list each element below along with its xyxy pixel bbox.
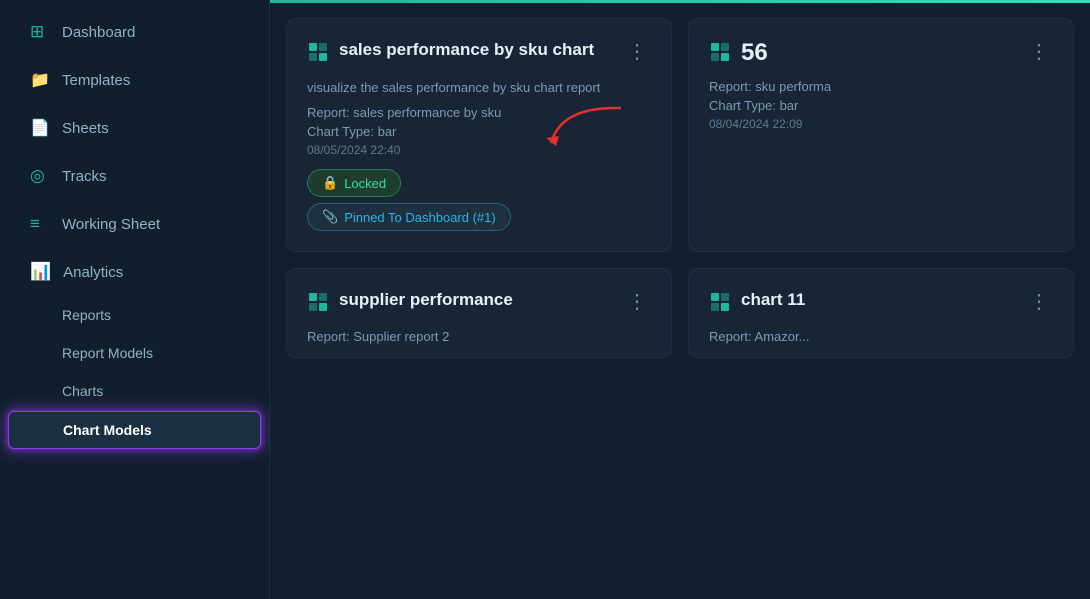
card-cross-icon-4 xyxy=(709,291,731,319)
sidebar-item-label: Dashboard xyxy=(62,24,135,41)
card-header: 56 ⋮ xyxy=(709,39,1053,69)
card-sales-performance: sales performance by sku chart ⋮ visuali… xyxy=(286,18,672,252)
card-header-4: chart 11 ⋮ xyxy=(709,289,1053,319)
card-title-row-3: supplier performance xyxy=(307,289,513,319)
card-header: sales performance by sku chart ⋮ xyxy=(307,39,651,69)
card-menu-button[interactable]: ⋮ xyxy=(623,39,651,64)
card-title-supplier: supplier performance xyxy=(339,289,513,311)
sidebar-sub-label: Reports xyxy=(62,307,111,323)
sidebar-item-label: Templates xyxy=(62,72,130,89)
analytics-icon: 📊 xyxy=(30,262,51,282)
card-date-2: 08/04/2024 22:09 xyxy=(709,117,1053,131)
sidebar-sub-label: Report Models xyxy=(62,345,153,361)
card-title-56: 56 xyxy=(741,39,768,67)
cards-grid: sales performance by sku chart ⋮ visuali… xyxy=(286,18,1074,358)
card-header-3: supplier performance ⋮ xyxy=(307,289,651,319)
sidebar-item-working-sheet[interactable]: ≡ Working Sheet xyxy=(8,201,261,247)
card-badges: 🔒 Locked 📎 Pinned To Dashboard (#1) xyxy=(307,169,651,231)
card-chart-type: Chart Type: bar xyxy=(307,124,651,139)
badge-locked-label: Locked xyxy=(344,176,386,191)
card-56: 56 ⋮ Report: sku performa Chart Type: ba… xyxy=(688,18,1074,252)
main-content: sales performance by sku chart ⋮ visuali… xyxy=(270,0,1090,599)
lock-icon: 🔒 xyxy=(322,175,338,191)
sidebar-sub-item-charts[interactable]: Charts xyxy=(8,373,261,409)
card-title: sales performance by sku chart xyxy=(339,39,594,61)
sidebar-item-label: Sheets xyxy=(62,120,109,137)
card-chart-type-2: Chart Type: bar xyxy=(709,98,1053,113)
card-cross-icon-2 xyxy=(709,41,731,69)
top-progress-bar xyxy=(270,0,1090,3)
folder-icon: 📁 xyxy=(30,70,50,90)
sidebar-sub-item-chart-models[interactable]: Chart Models xyxy=(8,411,261,449)
card-title-row: sales performance by sku chart xyxy=(307,39,594,69)
sidebar-item-templates[interactable]: 📁 Templates xyxy=(8,57,261,103)
sidebar-item-tracks[interactable]: ◎ Tracks xyxy=(8,153,261,199)
sidebar-item-label: Working Sheet xyxy=(62,216,160,233)
badge-pinned-label: Pinned To Dashboard (#1) xyxy=(344,210,496,225)
card-title-row: 56 xyxy=(709,39,768,69)
sidebar-item-label: Analytics xyxy=(63,264,123,281)
sidebar-sub-label: Chart Models xyxy=(63,422,152,438)
tracks-icon: ◎ xyxy=(30,166,50,186)
card-sub-chart11: Report: Amazor... xyxy=(709,329,1053,344)
sidebar-sub-label: Charts xyxy=(62,383,103,399)
sidebar-sub-item-report-models[interactable]: Report Models xyxy=(8,335,261,371)
dashboard-icon: ⊞ xyxy=(30,22,50,42)
card-chart-11: chart 11 ⋮ Report: Amazor... xyxy=(688,268,1074,358)
pin-icon: 📎 xyxy=(322,209,338,225)
card-menu-button-4[interactable]: ⋮ xyxy=(1025,289,1053,314)
card-title-chart11: chart 11 xyxy=(741,289,805,311)
working-sheet-icon: ≡ xyxy=(30,214,50,234)
card-sub-supplier: Report: Supplier report 2 xyxy=(307,329,651,344)
card-supplier-performance: supplier performance ⋮ Report: Supplier … xyxy=(286,268,672,358)
sidebar-item-label: Tracks xyxy=(62,168,106,185)
badge-pinned[interactable]: 📎 Pinned To Dashboard (#1) xyxy=(307,203,511,231)
card-title-row-4: chart 11 xyxy=(709,289,805,319)
card-cross-icon xyxy=(307,41,329,69)
card-cross-icon-3 xyxy=(307,291,329,319)
sidebar: ⊞ Dashboard 📁 Templates 📄 Sheets ◎ Track… xyxy=(0,0,270,599)
card-description: visualize the sales performance by sku c… xyxy=(307,79,651,97)
sidebar-item-sheets[interactable]: 📄 Sheets xyxy=(8,105,261,151)
sidebar-sub-item-reports[interactable]: Reports xyxy=(8,297,261,333)
card-menu-button-3[interactable]: ⋮ xyxy=(623,289,651,314)
card-date: 08/05/2024 22:40 xyxy=(307,143,651,157)
card-menu-button-2[interactable]: ⋮ xyxy=(1025,39,1053,64)
sidebar-item-dashboard[interactable]: ⊞ Dashboard xyxy=(8,9,261,55)
sheet-icon: 📄 xyxy=(30,118,50,138)
card-report-label: Report: sales performance by sku xyxy=(307,105,651,120)
badge-locked[interactable]: 🔒 Locked xyxy=(307,169,401,197)
sidebar-item-analytics[interactable]: 📊 Analytics xyxy=(8,249,261,295)
card-report-label-2: Report: sku performa xyxy=(709,79,1053,94)
